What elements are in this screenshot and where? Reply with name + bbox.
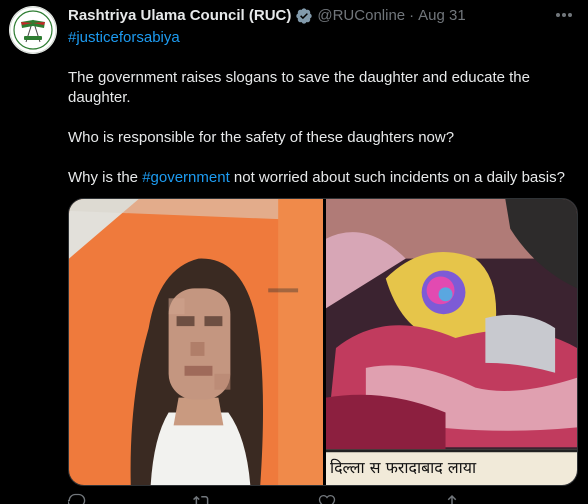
like-button[interactable] bbox=[318, 492, 443, 504]
reply-icon bbox=[68, 493, 86, 504]
hashtag-link[interactable]: #government bbox=[142, 169, 230, 186]
verified-badge-icon bbox=[295, 7, 313, 25]
paragraph-text: not worried about such incidents on a da… bbox=[229, 169, 565, 186]
paragraph-text: Why is the bbox=[68, 169, 143, 186]
tweet-paragraph: The government raises slogans to save th… bbox=[68, 69, 530, 106]
tweet-paragraph: Who is responsible for the safety of the… bbox=[68, 129, 455, 146]
ruc-logo-icon bbox=[9, 6, 57, 54]
photo-caption: दिल्ला स फरादाबाद लाया bbox=[330, 458, 477, 477]
avatar[interactable] bbox=[9, 6, 57, 54]
display-name[interactable]: Rashtriya Ulama Council (RUC) bbox=[68, 6, 291, 26]
tweet-header: Rashtriya Ulama Council (RUC) @RUConline… bbox=[68, 6, 466, 26]
retweet-icon bbox=[193, 493, 211, 504]
media-photo-right[interactable]: दिल्ला स फरादाबाद लाया bbox=[325, 199, 577, 485]
share-icon bbox=[443, 493, 461, 504]
media-photo-left[interactable] bbox=[69, 199, 323, 485]
retweet-button[interactable] bbox=[193, 492, 318, 504]
hashtag-link[interactable]: #justiceforsabiya bbox=[68, 28, 180, 48]
tweet-paragraph: Why is the #government not worried about… bbox=[68, 168, 565, 188]
more-options-icon[interactable] bbox=[553, 7, 575, 23]
tweet[interactable]: Rashtriya Ulama Council (RUC) @RUConline… bbox=[0, 0, 588, 504]
action-bar bbox=[68, 492, 568, 504]
media-grid: दिल्ला स फरादाबाद लाया bbox=[68, 198, 578, 486]
handle[interactable]: @RUConline bbox=[317, 6, 405, 26]
like-icon bbox=[318, 493, 336, 504]
reply-button[interactable] bbox=[68, 492, 193, 504]
share-button[interactable] bbox=[443, 492, 568, 504]
timestamp[interactable]: Aug 31 bbox=[418, 6, 466, 26]
separator: · bbox=[409, 7, 415, 24]
